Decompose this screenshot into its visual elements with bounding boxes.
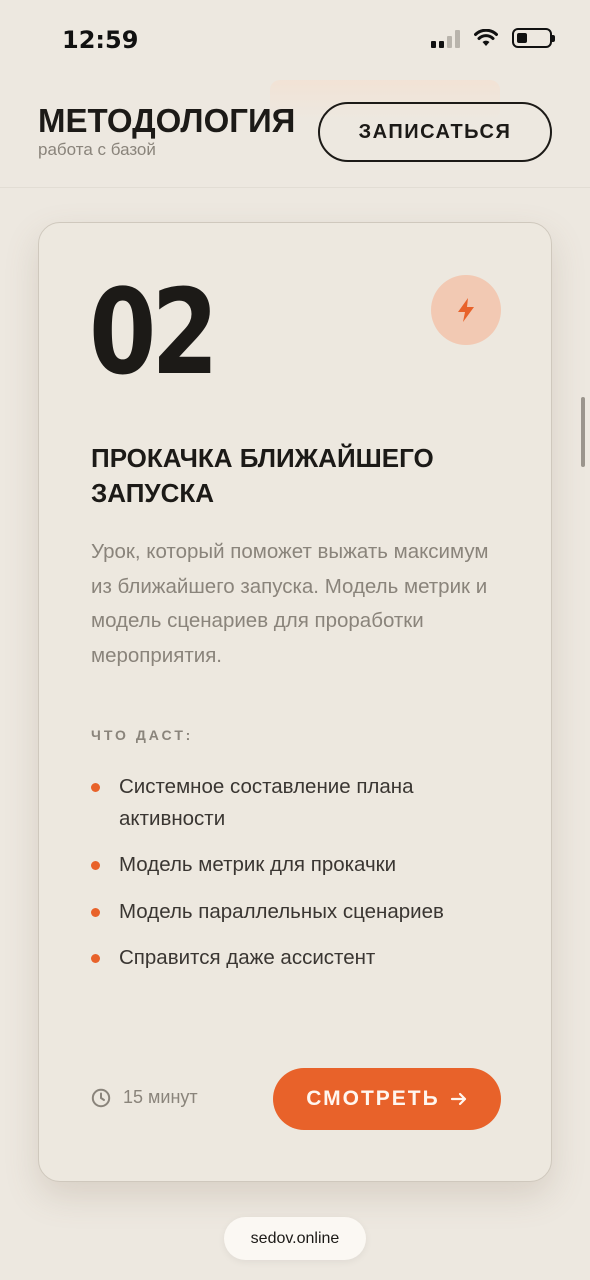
- clock-icon: [91, 1088, 111, 1107]
- battery-icon: [512, 28, 555, 48]
- url-bar[interactable]: sedov.online: [224, 1217, 366, 1260]
- signup-button[interactable]: ЗАПИСАТЬСЯ: [318, 102, 552, 162]
- benefits-list: Системное составление плана активности М…: [91, 771, 511, 989]
- lesson-duration: 15 минут: [91, 1087, 198, 1108]
- site-header: МЕТОДОЛОГИЯ работа с базой ЗАПИСАТЬСЯ: [0, 80, 590, 188]
- benefit-item: Модель метрик для прокачки: [91, 849, 511, 881]
- duration-text: 15 минут: [123, 1087, 198, 1107]
- status-time: 12:59: [62, 26, 139, 54]
- status-icons: [431, 28, 555, 48]
- status-bar: 12:59: [0, 0, 590, 80]
- wifi-icon: [474, 29, 498, 46]
- brand-subtitle: работа с базой: [38, 140, 156, 159]
- arrow-right-icon: [450, 1092, 466, 1106]
- benefit-item: Справится даже ассистент: [91, 942, 511, 974]
- lesson-number: 02: [89, 263, 219, 401]
- scrollbar-thumb[interactable]: [581, 397, 585, 467]
- watch-button[interactable]: СМОТРЕТЬ: [273, 1068, 501, 1130]
- lesson-card: 02 ПРОКАЧКА БЛИЖАЙШЕГО ЗАПУСКА Урок, кот…: [38, 222, 552, 1182]
- watch-button-label: СМОТРЕТЬ: [306, 1087, 440, 1110]
- lightning-badge: [431, 275, 501, 345]
- lightning-bolt-icon: [458, 298, 474, 322]
- brand-title[interactable]: МЕТОДОЛОГИЯ: [38, 102, 295, 140]
- cellular-signal-icon: [431, 28, 460, 48]
- lesson-title: ПРОКАЧКА БЛИЖАЙШЕГО ЗАПУСКА: [91, 443, 434, 508]
- lesson-description: Урок, который поможет выжать максимум из…: [91, 540, 489, 667]
- benefit-item: Модель параллельных сценариев: [91, 896, 511, 928]
- benefits-label: ЧТО ДАСТ:: [91, 727, 194, 743]
- benefit-item: Системное составление плана активности: [91, 771, 511, 834]
